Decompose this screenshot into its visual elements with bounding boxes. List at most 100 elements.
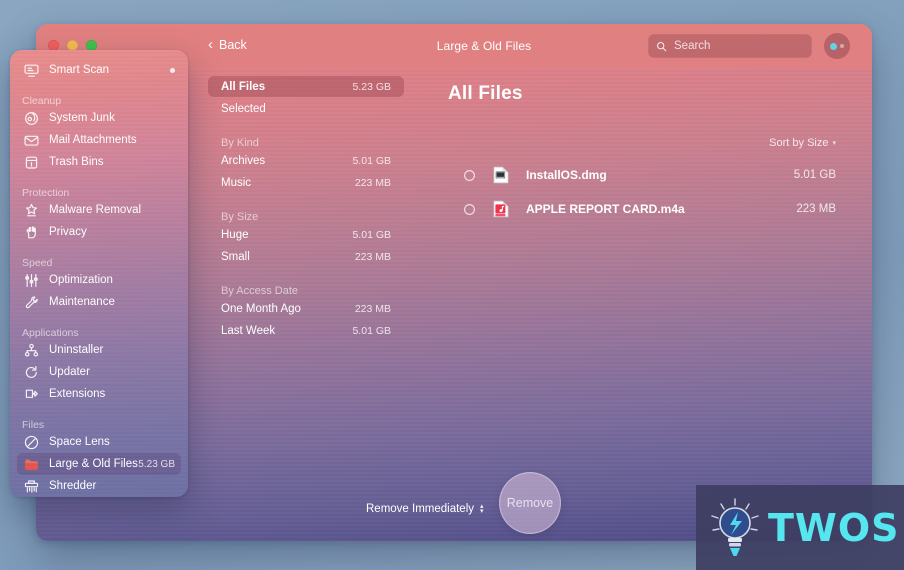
sidebar-item-extensions[interactable]: Extensions — [17, 383, 181, 405]
category-item-label: Huge — [221, 228, 249, 241]
sidebar-item-label: Space Lens — [49, 436, 110, 448]
sidebar-item-label: Large & Old Files — [49, 458, 138, 470]
file-size: 5.01 GB — [793, 169, 836, 181]
sidebar-item-label: Uninstaller — [49, 344, 104, 356]
category-item-all-files[interactable]: All Files 5.23 GB — [208, 76, 404, 97]
file-row[interactable]: APPLE REPORT CARD.m4a 223 MB — [408, 192, 872, 226]
sort-by-control[interactable]: Sort by Size ▾ — [769, 137, 836, 149]
sidebar-item-space-lens[interactable]: Space Lens — [17, 431, 181, 453]
malware-removal-icon — [23, 202, 40, 219]
category-item-label: One Month Ago — [221, 302, 301, 315]
category-item-label: Music — [221, 176, 252, 189]
smart-scan-icon — [23, 62, 40, 79]
remove-mode-label: Remove Immediately — [366, 503, 475, 515]
sidebar-item-malware-removal[interactable]: Malware Removal — [17, 199, 181, 221]
sidebar-item-updater[interactable]: Updater — [17, 361, 181, 383]
maintenance-icon — [23, 294, 40, 311]
sort-by-label: Sort by Size — [769, 137, 829, 149]
sidebar-item-label: Malware Removal — [49, 204, 142, 216]
sidebar-item-label: Mail Attachments — [49, 134, 137, 146]
sidebar-item-trash-bins[interactable]: Trash Bins — [17, 151, 181, 173]
category-item-size: 5.01 GB — [352, 228, 391, 241]
file-select-checkbox[interactable] — [464, 170, 475, 181]
category-item-label: Selected — [221, 102, 266, 115]
sidebar-item-privacy[interactable]: Privacy — [17, 221, 181, 243]
search-box[interactable] — [648, 34, 812, 58]
file-name: InstallOS.dmg — [526, 168, 607, 182]
account-avatar-icon — [830, 42, 837, 50]
category-list: All Files 5.23 GB Selected By Kind Archives 5… — [208, 76, 404, 481]
account-badge-icon — [840, 44, 844, 48]
sidebar-item-large-old-files[interactable]: Large & Old Files 5.23 GB — [17, 453, 181, 475]
category-item-label: Last Week — [221, 324, 276, 337]
updater-icon — [23, 364, 40, 381]
sidebar-item-shredder[interactable]: Shredder — [17, 475, 181, 497]
sidebar-item-maintenance[interactable]: Maintenance — [17, 291, 181, 313]
category-item-archives[interactable]: Archives 5.01 GB — [208, 150, 404, 171]
file-name: APPLE REPORT CARD.m4a — [526, 202, 685, 216]
trash-bins-icon — [23, 154, 40, 171]
mail-attachments-icon — [23, 132, 40, 149]
sidebar-item-label: Smart Scan — [49, 64, 110, 76]
sidebar-item-uninstaller[interactable]: Uninstaller — [17, 339, 181, 361]
file-list: InstallOS.dmg 5.01 GB APPLE REPORT CARD.m4… — [408, 158, 872, 226]
sidebar-item-system-junk[interactable]: System Junk — [17, 107, 181, 129]
sidebar-item-label: Shredder — [49, 480, 97, 492]
search-icon — [656, 41, 667, 51]
category-item-selected[interactable]: Selected — [208, 98, 404, 119]
uninstaller-icon — [23, 342, 40, 359]
remove-button-label: Remove — [506, 496, 554, 510]
search-input[interactable] — [674, 40, 804, 52]
category-item-small[interactable]: Small 223 MB — [208, 246, 404, 267]
system-junk-icon — [23, 110, 40, 127]
category-group-heading: By Kind — [221, 137, 259, 149]
sidebar-item-label: Maintenance — [49, 296, 115, 308]
space-lens-icon — [23, 434, 40, 451]
watermark: TWOS — [696, 485, 904, 570]
sidebar-item-size: 5.23 GB — [138, 458, 175, 470]
category-group-heading: By Size — [221, 211, 259, 223]
category-item-size: 5.01 GB — [352, 324, 391, 337]
sidebar-group-heading: Files — [22, 419, 45, 431]
content-pane: All Files Sort by Size ▾ InstallOS.dmg 5.… — [408, 76, 872, 481]
file-row[interactable]: InstallOS.dmg 5.01 GB — [408, 158, 872, 192]
category-item-one-month-ago[interactable]: One Month Ago 223 MB — [208, 298, 404, 319]
category-item-size: 223 MB — [354, 250, 391, 263]
sidebar-popover: Smart Scan Cleanup System Junk Mail Attachm… — [10, 50, 188, 497]
stepper-icon: ▴ ▾ — [480, 503, 484, 515]
sidebar-group-heading: Applications — [22, 327, 79, 339]
sidebar-item-mail-attachments[interactable]: Mail Attachments — [17, 129, 181, 151]
category-item-huge[interactable]: Huge 5.01 GB — [208, 224, 404, 245]
category-item-music[interactable]: Music 223 MB — [208, 172, 404, 193]
sidebar-item-smart-scan[interactable]: Smart Scan — [17, 59, 181, 81]
sidebar-item-label: System Junk — [49, 112, 115, 124]
audio-file-icon — [492, 198, 510, 220]
sidebar-group-heading: Speed — [22, 257, 53, 269]
account-button[interactable] — [824, 33, 850, 59]
page-title: All Files — [448, 83, 523, 104]
privacy-icon — [23, 224, 40, 241]
sidebar-item-label: Updater — [49, 366, 90, 378]
shredder-icon — [23, 478, 40, 495]
category-item-size: 5.01 GB — [352, 154, 391, 167]
sidebar-group-heading: Protection — [22, 187, 70, 199]
large-old-files-icon — [23, 456, 40, 473]
category-item-size: 5.23 GB — [352, 80, 391, 93]
category-item-label: All Files — [221, 80, 266, 93]
sidebar-item-label: Optimization — [49, 274, 113, 286]
extensions-icon — [23, 386, 40, 403]
remove-button[interactable]: Remove — [499, 472, 561, 534]
sidebar-item-label: Trash Bins — [49, 156, 104, 168]
sidebar-top-spacer — [10, 50, 188, 59]
dmg-file-icon — [492, 164, 510, 186]
sidebar-item-label: Extensions — [49, 388, 106, 400]
file-select-checkbox[interactable] — [464, 204, 475, 215]
category-group-heading: By Access Date — [221, 285, 299, 297]
remove-mode-selector[interactable]: Remove Immediately ▴ ▾ — [366, 503, 484, 515]
watermark-text: TWOS — [768, 505, 900, 550]
sidebar-item-status-dot — [170, 67, 175, 73]
sidebar-item-optimization[interactable]: Optimization — [17, 269, 181, 291]
category-item-size: 223 MB — [354, 176, 391, 189]
category-item-last-week[interactable]: Last Week 5.01 GB — [208, 320, 404, 341]
category-item-label: Small — [221, 250, 250, 263]
